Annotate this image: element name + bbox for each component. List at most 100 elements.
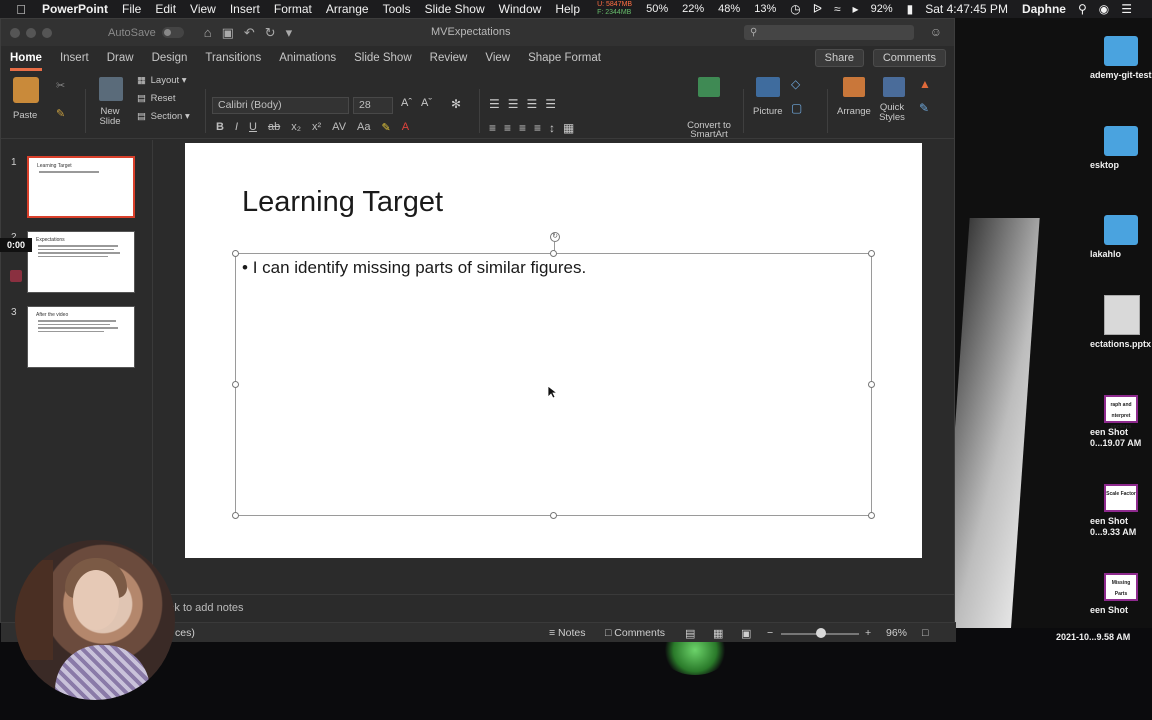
clear-formatting-icon[interactable]: ✻ bbox=[451, 97, 461, 111]
undo-icon[interactable]: ↶ bbox=[244, 25, 255, 41]
save-icon[interactable]: ▣ bbox=[222, 25, 234, 41]
character-spacing-icon[interactable]: AV bbox=[332, 121, 346, 134]
resize-handle-bottom-right[interactable] bbox=[868, 512, 875, 519]
menu-help[interactable]: Help bbox=[555, 2, 580, 16]
desktop-item-desktop[interactable]: esktop bbox=[1090, 126, 1152, 171]
notes-pane[interactable]: lick to add notes bbox=[154, 594, 954, 622]
font-name-select[interactable]: Calibri (Body) bbox=[212, 97, 349, 114]
rotate-handle-icon[interactable]: ↻ bbox=[550, 232, 560, 242]
format-painter-icon[interactable]: ✎ bbox=[56, 107, 65, 120]
decrease-font-size-icon[interactable]: Aˇ bbox=[421, 97, 432, 109]
menu-clock[interactable]: Sat 4:47:45 PM bbox=[925, 2, 1008, 16]
list-controls[interactable]: ☰☰☰☰ bbox=[489, 97, 564, 111]
change-case-icon[interactable]: Aa bbox=[357, 121, 370, 134]
tab-review[interactable]: Review bbox=[421, 46, 477, 71]
tab-design[interactable]: Design bbox=[143, 46, 197, 71]
fit-to-window-icon[interactable]: □ bbox=[922, 627, 928, 639]
convert-to-smartart-button[interactable] bbox=[689, 77, 729, 100]
shapes-icon[interactable]: ◇ bbox=[791, 77, 800, 91]
resize-handle-top[interactable] bbox=[550, 250, 557, 257]
menu-view[interactable]: View bbox=[190, 2, 216, 16]
slide-title[interactable]: Learning Target bbox=[242, 186, 443, 219]
siri-icon[interactable]: ◉ bbox=[1099, 2, 1109, 16]
layout-button[interactable]: ▦ Layout ▾ bbox=[137, 75, 187, 86]
shape-fill-icon[interactable]: ▲ bbox=[919, 77, 931, 91]
tab-animations[interactable]: Animations bbox=[270, 46, 345, 71]
italic-icon[interactable]: I bbox=[235, 121, 238, 134]
home-icon[interactable]: ⌂ bbox=[204, 25, 212, 41]
notes-button[interactable]: ≡ Notes bbox=[549, 627, 585, 639]
menu-app-name[interactable]: PowerPoint bbox=[42, 2, 108, 16]
zoom-window-button[interactable] bbox=[42, 27, 52, 38]
text-box-icon[interactable]: ▢ bbox=[791, 101, 802, 115]
volume-icon[interactable]: ▸ bbox=[853, 2, 859, 16]
bold-icon[interactable]: B bbox=[216, 121, 224, 134]
slide-thumbnail-2[interactable]: Expectations bbox=[27, 231, 135, 293]
font-color-icon[interactable]: A bbox=[402, 121, 409, 134]
time-machine-icon[interactable]: ◷ bbox=[790, 2, 800, 16]
new-slide-button[interactable]: New Slide bbox=[97, 77, 123, 127]
desktop-item-lakahlo[interactable]: lakahlo bbox=[1090, 215, 1152, 260]
shape-outline-icon[interactable]: ✎ bbox=[919, 101, 929, 115]
control-center-icon[interactable]: ☰ bbox=[1121, 2, 1132, 16]
tab-transitions[interactable]: Transitions bbox=[196, 46, 270, 71]
tab-shape-format[interactable]: Shape Format bbox=[519, 46, 610, 71]
normal-view-icon[interactable]: ▤ bbox=[685, 627, 695, 640]
desktop-item-screenshot-4-label[interactable]: 2021-10...9.58 AM bbox=[1056, 632, 1130, 642]
underline-icon[interactable]: U bbox=[249, 121, 257, 134]
spotlight-search-icon[interactable]: ⚲ bbox=[1078, 2, 1087, 16]
menu-edit[interactable]: Edit bbox=[155, 2, 176, 16]
wifi-icon[interactable]: ≈ bbox=[834, 2, 841, 16]
bluetooth-icon[interactable]: ᐉ bbox=[813, 2, 822, 16]
menu-arrange[interactable]: Arrange bbox=[326, 2, 369, 16]
section-button[interactable]: ▤ Section ▾ bbox=[137, 111, 190, 122]
battery-icon[interactable]: ▮ bbox=[907, 2, 914, 16]
bullet-item[interactable]: • I can identify missing parts of simila… bbox=[242, 258, 586, 278]
autosave-toggle[interactable] bbox=[161, 27, 184, 38]
customize-toolbar-icon[interactable]: ▾ bbox=[286, 25, 293, 41]
record-stop-button[interactable] bbox=[10, 270, 22, 282]
comments-button[interactable]: Comments bbox=[872, 49, 946, 67]
tab-view[interactable]: View bbox=[476, 46, 519, 71]
superscript-icon[interactable]: x² bbox=[312, 121, 321, 134]
zoom-slider-handle[interactable] bbox=[816, 628, 826, 638]
zoom-out-icon[interactable]: − bbox=[767, 627, 773, 639]
search-input[interactable]: ⚲ bbox=[744, 25, 914, 40]
quick-styles-button[interactable]: Quick Styles bbox=[877, 77, 907, 123]
menu-file[interactable]: File bbox=[122, 2, 141, 16]
redo-icon[interactable]: ↻ bbox=[265, 25, 276, 41]
feedback-smiley-icon[interactable]: ☺ bbox=[930, 25, 942, 39]
tab-insert[interactable]: Insert bbox=[51, 46, 98, 71]
arrange-button[interactable]: Arrange bbox=[837, 77, 871, 117]
menu-user[interactable]: Daphne bbox=[1022, 2, 1066, 16]
resize-handle-bottom[interactable] bbox=[550, 512, 557, 519]
zoom-in-icon[interactable]: + bbox=[865, 627, 871, 639]
battery-percent[interactable]: 92% bbox=[871, 3, 893, 15]
menu-tools[interactable]: Tools bbox=[383, 2, 411, 16]
menu-insert[interactable]: Insert bbox=[230, 2, 260, 16]
slide-thumbnail-1[interactable]: Learning Target bbox=[27, 156, 135, 218]
menu-slide-show[interactable]: Slide Show bbox=[425, 2, 485, 16]
tab-draw[interactable]: Draw bbox=[98, 46, 143, 71]
share-button[interactable]: Share bbox=[814, 49, 864, 67]
increase-font-size-icon[interactable]: Aˆ bbox=[401, 97, 412, 109]
menu-window[interactable]: Window bbox=[499, 2, 542, 16]
tab-home[interactable]: Home bbox=[1, 46, 51, 71]
cut-icon[interactable]: ✂ bbox=[56, 79, 65, 92]
zoom-level[interactable]: 96% bbox=[886, 627, 907, 639]
desktop-item-expectations-pptx[interactable]: ectations.pptx bbox=[1090, 295, 1152, 350]
desktop-item-screenshot-1[interactable]: raph and nterpret unctions een Shot 0...… bbox=[1090, 395, 1152, 449]
resize-handle-top-left[interactable] bbox=[232, 250, 239, 257]
current-slide[interactable]: Learning Target ↻ • I can identify missi… bbox=[185, 143, 922, 558]
resize-handle-right[interactable] bbox=[868, 381, 875, 388]
resize-handle-bottom-left[interactable] bbox=[232, 512, 239, 519]
close-window-button[interactable] bbox=[10, 27, 20, 38]
apple-icon[interactable]:  bbox=[14, 2, 28, 17]
resize-handle-left[interactable] bbox=[232, 381, 239, 388]
desktop-item-screenshot-3[interactable]: Missing Parts een Shot bbox=[1090, 573, 1152, 616]
highlight-icon[interactable]: ✎ bbox=[382, 121, 391, 134]
slide-thumbnail-3[interactable]: After the video bbox=[27, 306, 135, 368]
font-size-select[interactable]: 28 bbox=[353, 97, 393, 114]
picture-button[interactable]: Picture bbox=[753, 77, 783, 117]
slide-sorter-icon[interactable]: ▦ bbox=[713, 627, 723, 640]
